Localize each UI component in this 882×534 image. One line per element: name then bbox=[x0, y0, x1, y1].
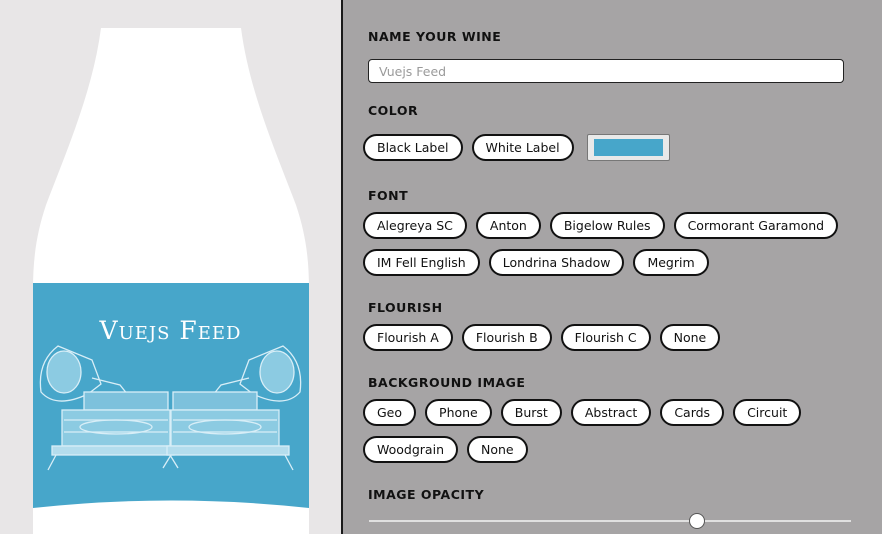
image-opacity-section-title: IMAGE OPACITY bbox=[368, 487, 485, 502]
font-option-alegreya-sc[interactable]: Alegreya SC bbox=[363, 212, 467, 239]
color-swatch bbox=[593, 139, 663, 156]
font-option-londrina-shadow[interactable]: Londrina Shadow bbox=[488, 249, 625, 276]
color-section-title: COLOR bbox=[368, 103, 419, 118]
color-picker[interactable] bbox=[586, 134, 670, 161]
bg-option-circuit[interactable]: Circuit bbox=[733, 399, 802, 426]
background-options-row-2: Woodgrain None bbox=[363, 436, 528, 463]
background-options-row-1: Geo Phone Burst Abstract Cards Circuit bbox=[363, 399, 802, 426]
font-option-im-fell-english[interactable]: IM Fell English bbox=[363, 249, 480, 276]
bottle-preview: Vuejs Feed bbox=[0, 0, 341, 534]
flourish-options: Flourish A Flourish B Flourish C None bbox=[363, 324, 721, 351]
color-options: Black Label White Label bbox=[363, 134, 670, 161]
font-option-megrim[interactable]: Megrim bbox=[633, 249, 709, 276]
color-option-white-label[interactable]: White Label bbox=[471, 134, 574, 161]
flourish-section-title: FLOURISH bbox=[368, 300, 443, 315]
controls-panel: NAME YOUR WINE COLOR Black Label White L… bbox=[343, 0, 882, 534]
opacity-slider-thumb[interactable] bbox=[688, 513, 705, 529]
font-option-anton[interactable]: Anton bbox=[475, 212, 541, 239]
wine-name-input[interactable] bbox=[368, 59, 844, 83]
bg-option-abstract[interactable]: Abstract bbox=[570, 399, 652, 426]
bg-option-phone[interactable]: Phone bbox=[425, 399, 492, 426]
name-section-title: NAME YOUR WINE bbox=[368, 29, 502, 44]
color-option-black-label[interactable]: Black Label bbox=[363, 134, 463, 161]
bg-option-cards[interactable]: Cards bbox=[660, 399, 725, 426]
bg-option-geo[interactable]: Geo bbox=[363, 399, 417, 426]
font-options-row-1: Alegreya SC Anton Bigelow Rules Cormoran… bbox=[363, 212, 839, 239]
flourish-option-a[interactable]: Flourish A bbox=[363, 324, 453, 351]
bg-option-burst[interactable]: Burst bbox=[500, 399, 562, 426]
font-section-title: FONT bbox=[368, 188, 409, 203]
label-wine-name: Vuejs Feed bbox=[99, 316, 242, 345]
font-option-bigelow-rules[interactable]: Bigelow Rules bbox=[549, 212, 665, 239]
background-image-section-title: BACKGROUND IMAGE bbox=[368, 375, 526, 390]
bottle-illustration bbox=[33, 28, 309, 534]
font-options-row-2: IM Fell English Londrina Shadow Megrim bbox=[363, 249, 709, 276]
bg-option-none[interactable]: None bbox=[467, 436, 528, 463]
font-option-cormorant-garamond[interactable]: Cormorant Garamond bbox=[673, 212, 839, 239]
flourish-option-c[interactable]: Flourish C bbox=[560, 324, 651, 351]
flourish-option-none[interactable]: None bbox=[659, 324, 721, 351]
bg-option-woodgrain[interactable]: Woodgrain bbox=[363, 436, 458, 463]
flourish-option-b[interactable]: Flourish B bbox=[461, 324, 552, 351]
opacity-slider-track[interactable] bbox=[369, 520, 851, 522]
